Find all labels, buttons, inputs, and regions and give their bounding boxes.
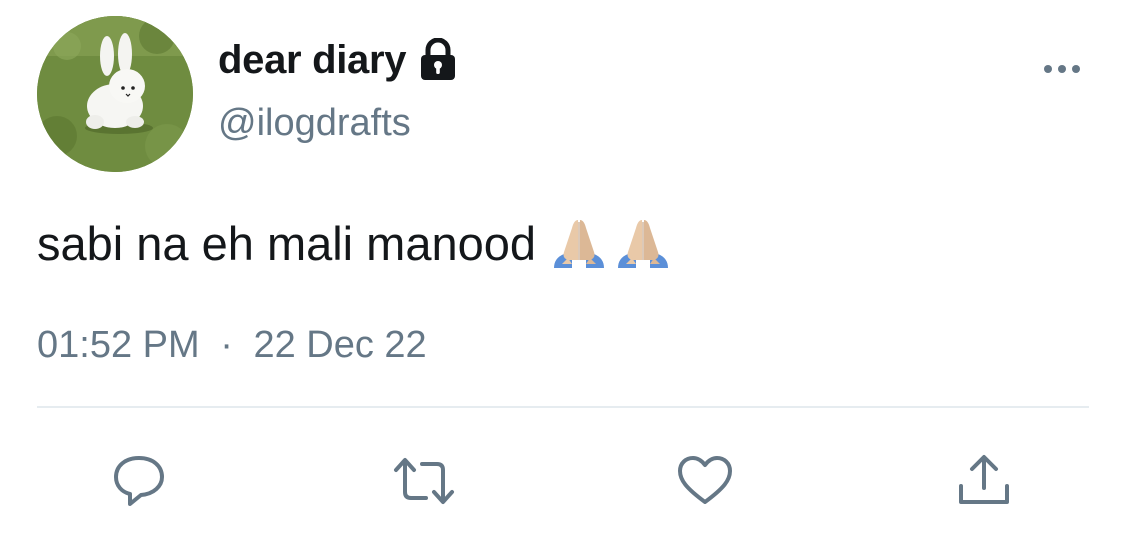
more-horizontal-icon[interactable] [1040, 58, 1084, 80]
folded-hands-icon [614, 214, 672, 272]
retweet-button[interactable] [392, 452, 454, 510]
retweet-icon [394, 458, 454, 504]
tweet-text: sabi na eh mali manood [37, 216, 537, 270]
tweet-date: 22 Dec 22 [253, 324, 427, 366]
share-icon [959, 455, 1009, 504]
tweet-time: 01:52 PM [37, 324, 200, 366]
timestamp[interactable]: 01:52 PM · 22 Dec 22 [37, 324, 427, 367]
reply-icon [114, 456, 164, 506]
avatar-bunny-image [37, 16, 193, 172]
emoji-group [550, 214, 672, 272]
folded-hands-icon [550, 214, 608, 272]
lock-icon [418, 37, 458, 82]
reply-button[interactable] [110, 452, 168, 510]
timestamp-separator: · [220, 324, 233, 366]
divider [37, 406, 1089, 408]
tweet-text-row: sabi na eh mali manood [37, 214, 672, 272]
share-button[interactable] [955, 452, 1013, 510]
avatar[interactable] [37, 16, 193, 172]
author-handle[interactable]: @ilogdrafts [218, 102, 411, 145]
author-name-row: dear diary [218, 36, 458, 84]
heart-icon [678, 456, 732, 504]
like-button[interactable] [676, 452, 734, 510]
display-name[interactable]: dear diary [218, 38, 407, 83]
